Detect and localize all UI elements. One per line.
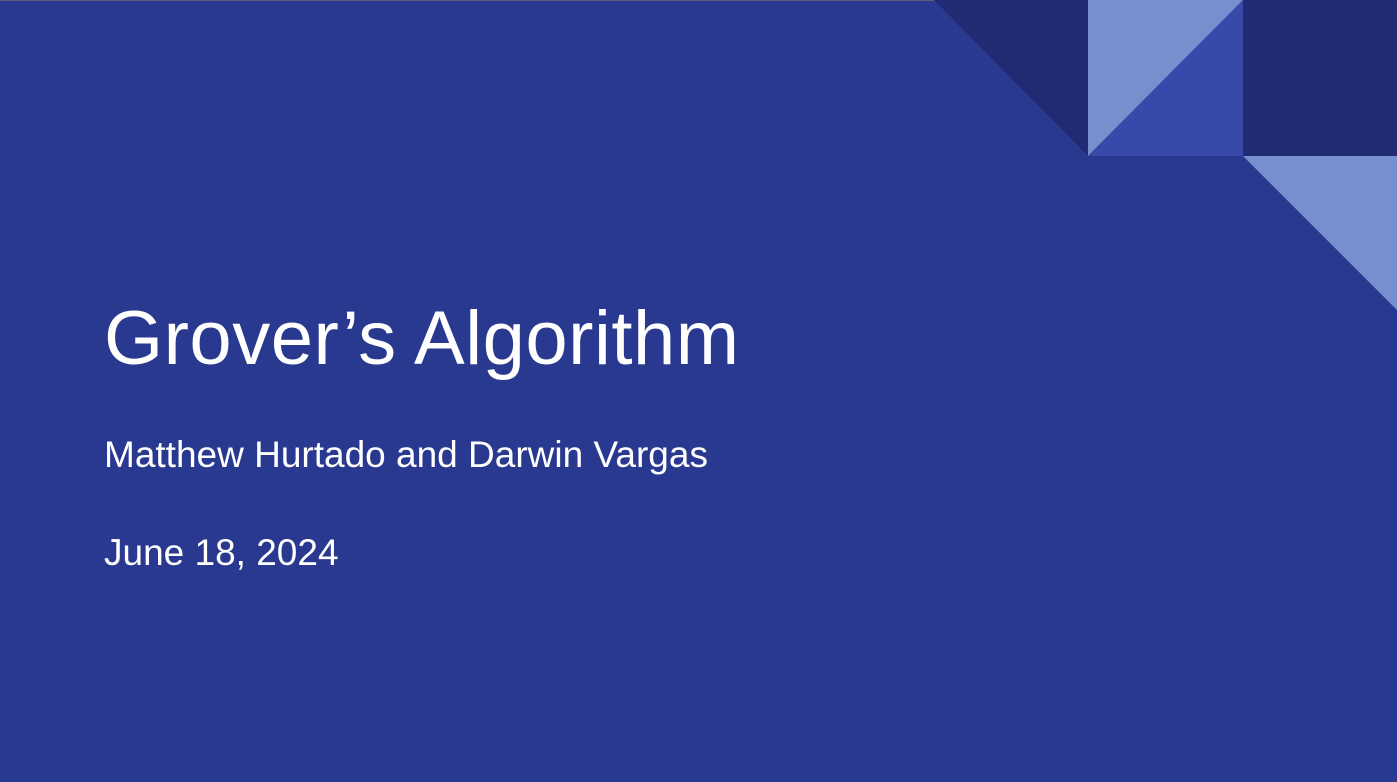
presentation-slide: Grover’s Algorithm Matthew Hurtado and D… [0, 0, 1397, 782]
decorative-triangles [934, 0, 1397, 310]
dark-left-triangle [934, 0, 1088, 156]
dark-right-block [1243, 0, 1397, 156]
slide-authors: Matthew Hurtado and Darwin Vargas [104, 434, 708, 475]
light-lower-triangle [1243, 156, 1397, 310]
slide-title: Grover’s Algorithm [104, 296, 740, 381]
slide-date: June 18, 2024 [104, 532, 339, 573]
